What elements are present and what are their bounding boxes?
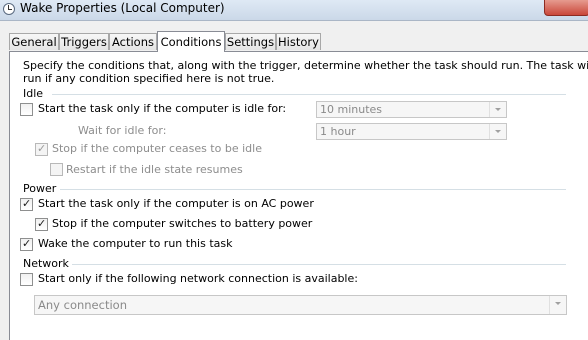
tab-actions[interactable]: Actions	[109, 33, 157, 50]
idle-duration-value: 10 minutes	[320, 103, 383, 116]
power-group-label: Power	[23, 182, 57, 195]
power-group-divider	[60, 189, 566, 190]
stop-if-not-idle-checkbox	[35, 142, 48, 156]
stop-on-battery-checkbox[interactable]	[35, 217, 48, 231]
conditions-description: Specify the conditions that, along with …	[23, 59, 588, 85]
stop-on-battery-label: Stop if the computer switches to battery…	[52, 217, 313, 230]
idle-group-divider	[52, 94, 566, 95]
wait-for-idle-label: Wait for idle for:	[78, 124, 167, 137]
chevron-down-icon	[549, 296, 566, 314]
idle-group-label: Idle	[23, 87, 44, 100]
tab-conditions[interactable]: Conditions	[157, 31, 225, 52]
title-bar: Wake Properties (Local Computer)	[0, 0, 588, 21]
start-if-idle-label: Start the task only if the computer is i…	[38, 102, 287, 115]
start-if-network-checkbox[interactable]	[20, 273, 33, 286]
tab-triggers[interactable]: Triggers	[59, 33, 109, 50]
network-group-label: Network	[23, 257, 69, 270]
stop-if-not-idle-label: Stop if the computer ceases to be idle	[52, 142, 262, 155]
tab-history[interactable]: History	[276, 33, 321, 50]
description-line-1: Specify the conditions that, along with …	[23, 59, 588, 72]
tab-general[interactable]: General	[9, 33, 59, 50]
description-line-2: run if any condition specified here is n…	[23, 72, 275, 85]
wait-duration-value: 1 hour	[320, 125, 356, 138]
network-group-divider	[72, 264, 566, 265]
network-connection-value: Any connection	[38, 298, 127, 312]
wake-to-run-checkbox[interactable]	[20, 237, 33, 251]
idle-duration-select: 10 minutes	[316, 101, 507, 118]
start-on-ac-checkbox[interactable]	[20, 197, 33, 211]
chevron-down-icon	[489, 124, 506, 139]
start-if-network-label: Start only if the following network conn…	[38, 272, 358, 285]
start-if-idle-checkbox[interactable]	[20, 103, 33, 116]
network-connection-select: Any connection	[34, 295, 567, 315]
restart-if-idle-label: Restart if the idle state resumes	[66, 163, 243, 176]
clock-icon	[3, 3, 15, 15]
restart-if-idle-checkbox	[50, 163, 63, 176]
wake-to-run-label: Wake the computer to run this task	[38, 237, 233, 250]
window-title: Wake Properties (Local Computer)	[20, 1, 225, 15]
tab-settings[interactable]: Settings	[225, 33, 276, 50]
wait-duration-select: 1 hour	[316, 123, 507, 140]
chevron-down-icon	[489, 102, 506, 117]
start-on-ac-label: Start the task only if the computer is o…	[38, 197, 314, 210]
close-button[interactable]	[544, 0, 588, 16]
